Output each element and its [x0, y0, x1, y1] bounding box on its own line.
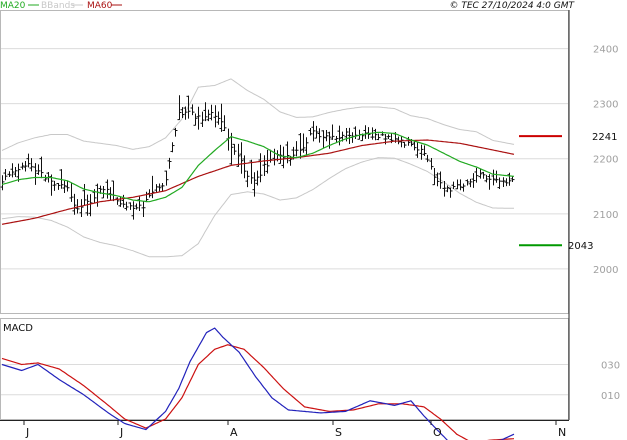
price-tick-label: 2200: [593, 155, 618, 166]
x-axis-labels: JJASON: [23, 420, 566, 439]
legend-ma20: MA20: [0, 1, 26, 11]
macd-tick-label: 010: [601, 391, 620, 402]
macd-title: MACD: [3, 323, 33, 334]
x-tick-label: S: [335, 426, 342, 439]
price-panel: [0, 10, 569, 314]
x-tick-label: A: [230, 426, 238, 439]
price-tick-label: 2100: [593, 210, 618, 221]
x-tick-label: O: [433, 426, 442, 439]
macd-panel: [0, 318, 569, 420]
resistance-label: 2241: [592, 132, 617, 143]
price-tick-label: 2400: [593, 45, 618, 56]
macd-tick-label: 030: [601, 360, 620, 371]
price-tick-label: 2000: [593, 265, 618, 276]
price-tick-label: 2300: [593, 100, 618, 111]
x-tick-label: J: [119, 426, 123, 439]
legend-bbands: BBands: [41, 1, 75, 11]
support-label: 2043: [568, 241, 593, 252]
x-tick-label: N: [558, 426, 566, 439]
x-tick-label: J: [25, 426, 29, 439]
copyright-notice: © TEC 27/10/2024 4:0 GMT: [449, 1, 575, 11]
legend: MA20 BBands MA60: [0, 1, 122, 11]
macd-axis-labels: 010 030: [601, 360, 620, 401]
stock-chart: 2241 2043 2000 2100 2200 2300 2400 010 030 MAC…: [0, 1, 620, 440]
legend-ma60: MA60: [87, 1, 113, 11]
price-axis-labels: 2000 2100 2200 2300 2400: [593, 45, 618, 276]
